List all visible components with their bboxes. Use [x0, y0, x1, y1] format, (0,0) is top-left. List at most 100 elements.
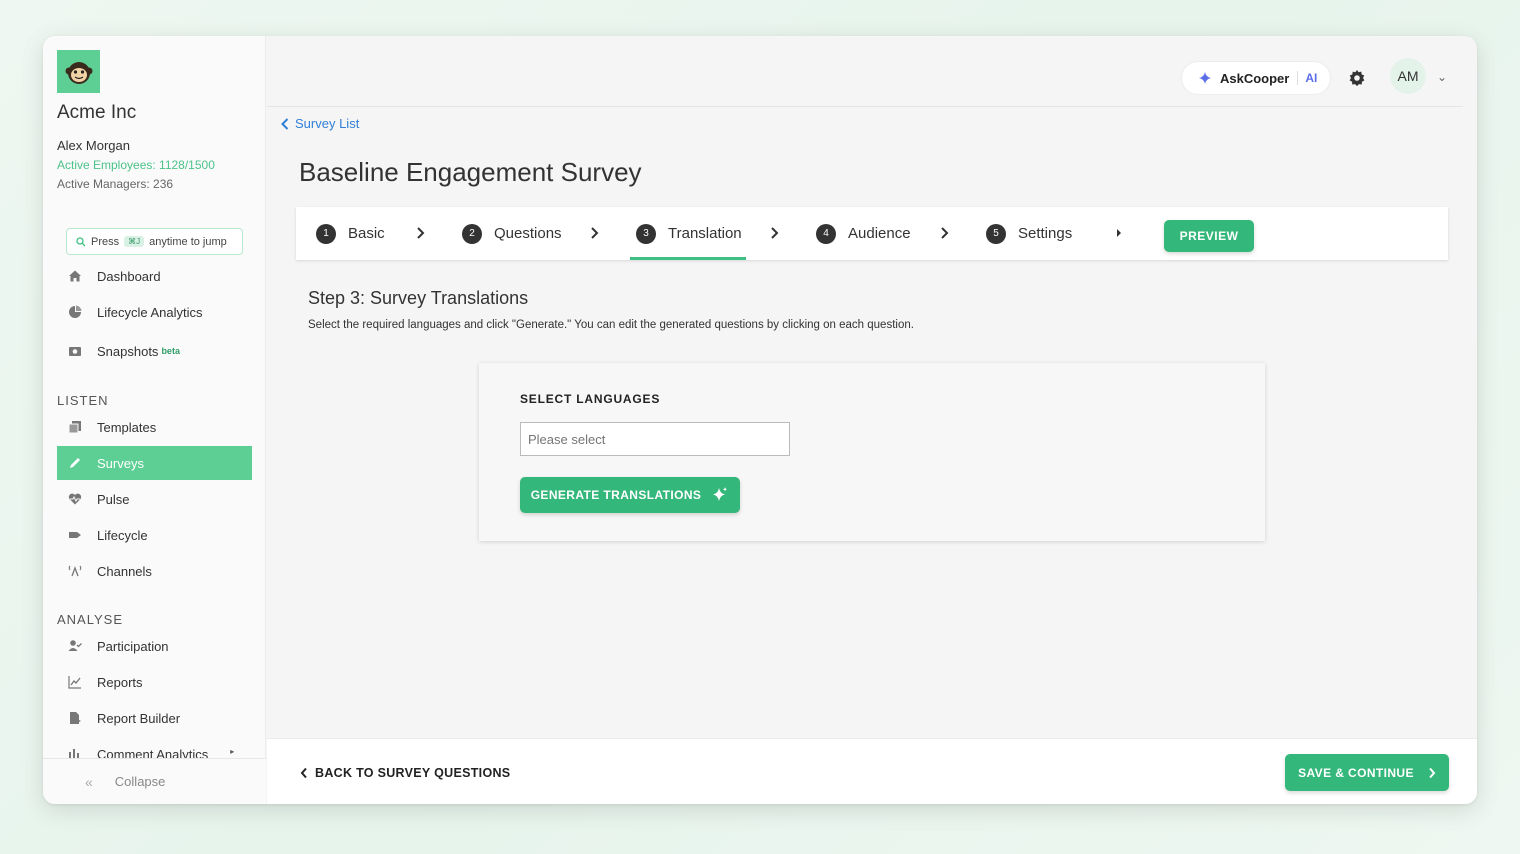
- search-icon: [76, 236, 86, 246]
- translation-card: SELECT LANGUAGES GENERATE TRANSLATIONS: [479, 363, 1265, 541]
- settings-button[interactable]: [1347, 68, 1367, 88]
- user-name: Alex Morgan: [57, 138, 130, 153]
- pen-icon: [68, 456, 82, 470]
- sidebar-item-participation[interactable]: Participation: [57, 629, 252, 663]
- double-chevron-left-icon: «: [85, 773, 93, 790]
- user-avatar[interactable]: AM: [1390, 58, 1426, 94]
- quick-jump-button[interactable]: Press ⌘J anytime to jump: [66, 228, 243, 255]
- back-label: BACK TO SURVEY QUESTIONS: [315, 766, 511, 780]
- sidebar-item-surveys[interactable]: Surveys: [57, 446, 252, 480]
- step-audience[interactable]: 4 Audience: [816, 207, 911, 260]
- select-languages-label: SELECT LANGUAGES: [520, 392, 661, 406]
- gear-icon: [1349, 70, 1365, 86]
- monkey-icon: [65, 61, 92, 84]
- chevron-down-icon[interactable]: ⌄: [1437, 70, 1447, 84]
- chevron-right-icon: [1429, 767, 1436, 778]
- step-label: Audience: [848, 225, 911, 242]
- chevron-left-icon: [281, 117, 289, 130]
- askcooper-button[interactable]: AskCooper AI: [1181, 61, 1331, 95]
- chevron-left-icon: [300, 767, 307, 779]
- step-number: 3: [636, 223, 656, 244]
- breadcrumb-survey-list[interactable]: Survey List: [281, 116, 359, 131]
- camera-icon: [68, 344, 82, 358]
- chevron-right-icon: [590, 223, 604, 243]
- step-translation[interactable]: 3 Translation: [630, 207, 746, 260]
- step-label: Translation: [668, 225, 742, 242]
- sidebar-item-comment-analytics[interactable]: Comment Analytics ▸: [57, 736, 252, 758]
- step-questions[interactable]: 2 Questions: [462, 207, 562, 260]
- save-label: SAVE & CONTINUE: [1298, 765, 1414, 780]
- section-header-analyse: ANALYSE: [57, 612, 124, 627]
- sidebar: Acme Inc Alex Morgan Active Employees: 1…: [43, 36, 266, 804]
- step-number: 1: [316, 223, 336, 244]
- active-managers: Active Managers: 236: [57, 177, 174, 191]
- broadcast-icon: [68, 564, 82, 578]
- generate-translations-button[interactable]: GENERATE TRANSLATIONS: [520, 477, 740, 513]
- lifecycle-icon: [68, 528, 82, 542]
- line-chart-icon: [68, 675, 82, 689]
- step-description: Select the required languages and click …: [308, 319, 914, 331]
- app-window: Acme Inc Alex Morgan Active Employees: 1…: [43, 36, 1477, 804]
- collapse-sidebar-button[interactable]: « Collapse: [43, 758, 266, 804]
- heartbeat-icon: [68, 492, 82, 506]
- expand-arrow-icon: ▸: [230, 747, 235, 756]
- chevron-right-icon: [940, 223, 954, 243]
- sparkle-icon: [1199, 72, 1211, 84]
- sidebar-item-label: Report Builder: [97, 710, 181, 726]
- sidebar-item-pulse[interactable]: Pulse: [57, 482, 252, 516]
- sidebar-item-channels[interactable]: Channels: [57, 554, 252, 588]
- step-basic[interactable]: 1 Basic: [316, 207, 385, 260]
- chevron-right-icon: [770, 223, 784, 243]
- footer-bar: BACK TO SURVEY QUESTIONS SAVE & CONTINUE: [267, 738, 1477, 804]
- jump-shortcut: ⌘J: [124, 236, 145, 247]
- pie-chart-icon: [68, 305, 82, 319]
- sidebar-item-label: Templates: [97, 419, 157, 435]
- step-label: Questions: [494, 225, 562, 242]
- sidebar-item-dashboard[interactable]: Dashboard: [57, 259, 252, 293]
- collapse-label: Collapse: [114, 774, 166, 789]
- preview-button[interactable]: PREVIEW: [1164, 220, 1254, 252]
- askcooper-label: AskCooper: [1220, 70, 1290, 86]
- top-bar: AskCooper AI AM ⌄: [267, 36, 1463, 107]
- sidebar-item-reports[interactable]: Reports: [57, 665, 252, 699]
- sidebar-item-lifecycle-analytics[interactable]: Lifecycle Analytics: [57, 295, 252, 329]
- sidebar-item-label: Surveys: [97, 455, 144, 471]
- sidebar-item-label: Channels: [97, 563, 152, 579]
- step-settings[interactable]: 5 Settings: [986, 207, 1072, 260]
- step-heading: Step 3: Survey Translations: [308, 288, 529, 308]
- home-icon: [68, 269, 82, 283]
- templates-icon: [68, 420, 82, 434]
- bar-chart-icon: [68, 746, 82, 758]
- generate-label: GENERATE TRANSLATIONS: [530, 488, 702, 502]
- sidebar-item-label: Lifecycle: [97, 527, 148, 543]
- sidebar-item-label: Reports: [97, 674, 143, 690]
- step-label: Basic: [348, 225, 385, 242]
- sidebar-item-report-builder[interactable]: Report Builder: [57, 701, 252, 735]
- step-number: 5: [986, 223, 1006, 244]
- language-select[interactable]: [520, 422, 790, 456]
- survey-stepper: 1 Basic 2 Questions 3 Translation 4 Audi…: [296, 207, 1448, 260]
- caret-right-icon: [1114, 223, 1128, 243]
- sidebar-item-snapshots[interactable]: Snapshots beta: [57, 334, 252, 368]
- back-to-questions-button[interactable]: BACK TO SURVEY QUESTIONS: [300, 766, 510, 780]
- chevron-right-icon: [416, 223, 430, 243]
- step-number: 2: [462, 223, 482, 244]
- beta-badge: beta: [161, 346, 180, 356]
- step-number: 4: [816, 223, 836, 244]
- report-builder-icon: [68, 711, 82, 725]
- step-label: Settings: [1018, 225, 1073, 242]
- sidebar-item-templates[interactable]: Templates: [57, 410, 252, 444]
- sidebar-item-label: Snapshots: [97, 343, 159, 359]
- company-name: Acme Inc: [57, 102, 137, 123]
- sidebar-item-lifecycle[interactable]: Lifecycle: [57, 518, 252, 552]
- company-logo[interactable]: [57, 50, 100, 93]
- sparkle-icon: [713, 487, 728, 501]
- save-continue-button[interactable]: SAVE & CONTINUE: [1285, 754, 1449, 791]
- sidebar-item-label: Participation: [97, 638, 169, 654]
- sidebar-item-label: Lifecycle Analytics: [97, 304, 203, 320]
- section-header-listen: LISTEN: [57, 393, 109, 408]
- breadcrumb-label: Survey List: [295, 116, 360, 131]
- page-title: Baseline Engagement Survey: [299, 157, 642, 187]
- ai-label: AI: [1297, 71, 1317, 85]
- sidebar-item-label: Comment Analytics: [97, 747, 209, 758]
